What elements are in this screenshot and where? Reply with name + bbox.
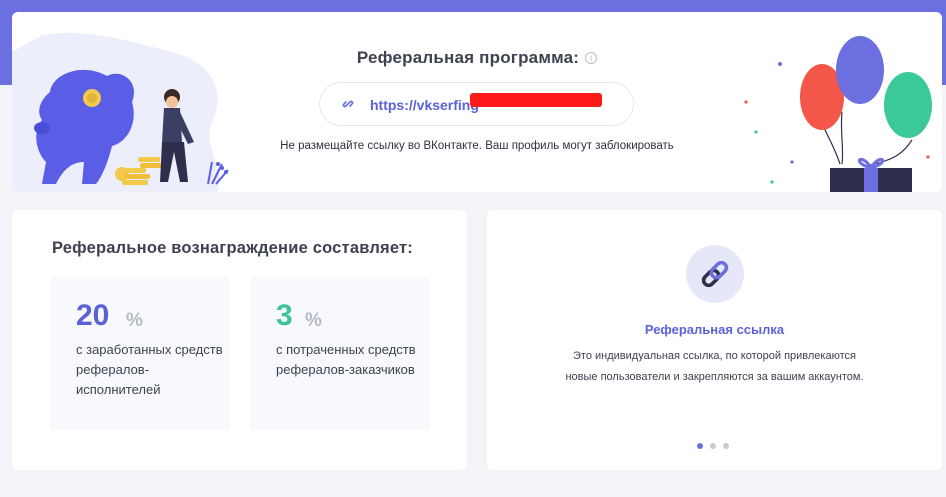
carousel-dot-2[interactable] — [710, 443, 716, 449]
performer-rate-box: 20 % с заработанных средств рефералов-ис… — [50, 277, 230, 430]
referral-link-text[interactable]: https://vkserfing — [370, 97, 479, 113]
referral-link-description: Это индивидуальная ссылка, по которой пр… — [565, 350, 864, 383]
referral-link-info-card: Реферальная ссылка Это индивидуальная сс… — [487, 210, 942, 470]
customer-rate-unit: % — [305, 310, 322, 331]
performer-rate-unit: % — [126, 310, 143, 331]
balloons-gift-illustration — [744, 36, 932, 192]
customer-rate-description: с потраченных средств рефералов-заказчик… — [276, 342, 416, 377]
referral-program-card: Реферальная программа: i https://vkserfin… — [12, 12, 942, 192]
performer-rate-value: 20 — [76, 299, 110, 332]
carousel-dot-1[interactable] — [697, 443, 703, 449]
piggy-bank-illustration — [12, 32, 229, 192]
chain-link-icon — [342, 100, 354, 108]
link-icon-badge — [686, 245, 744, 303]
referral-link-title: Реферальная ссылка — [644, 322, 785, 337]
performer-rate-description: с заработанных средств рефералов-исполни… — [76, 342, 223, 397]
customer-rate-value: 3 — [276, 299, 293, 332]
referral-link-field[interactable]: https://vkserfing — [319, 82, 634, 126]
redaction-mark — [470, 93, 602, 107]
info-icon[interactable]: i — [585, 52, 598, 64]
customer-rate-box: 3 % с потраченных средств рефералов-зака… — [250, 277, 430, 430]
carousel-dot-3[interactable] — [723, 443, 729, 449]
reward-title: Реферальное вознаграждение составляет: — [52, 239, 413, 257]
link-icon — [701, 260, 729, 288]
carousel-dots — [697, 436, 736, 454]
reward-card: Реферальное вознаграждение составляет: 2… — [12, 210, 467, 470]
